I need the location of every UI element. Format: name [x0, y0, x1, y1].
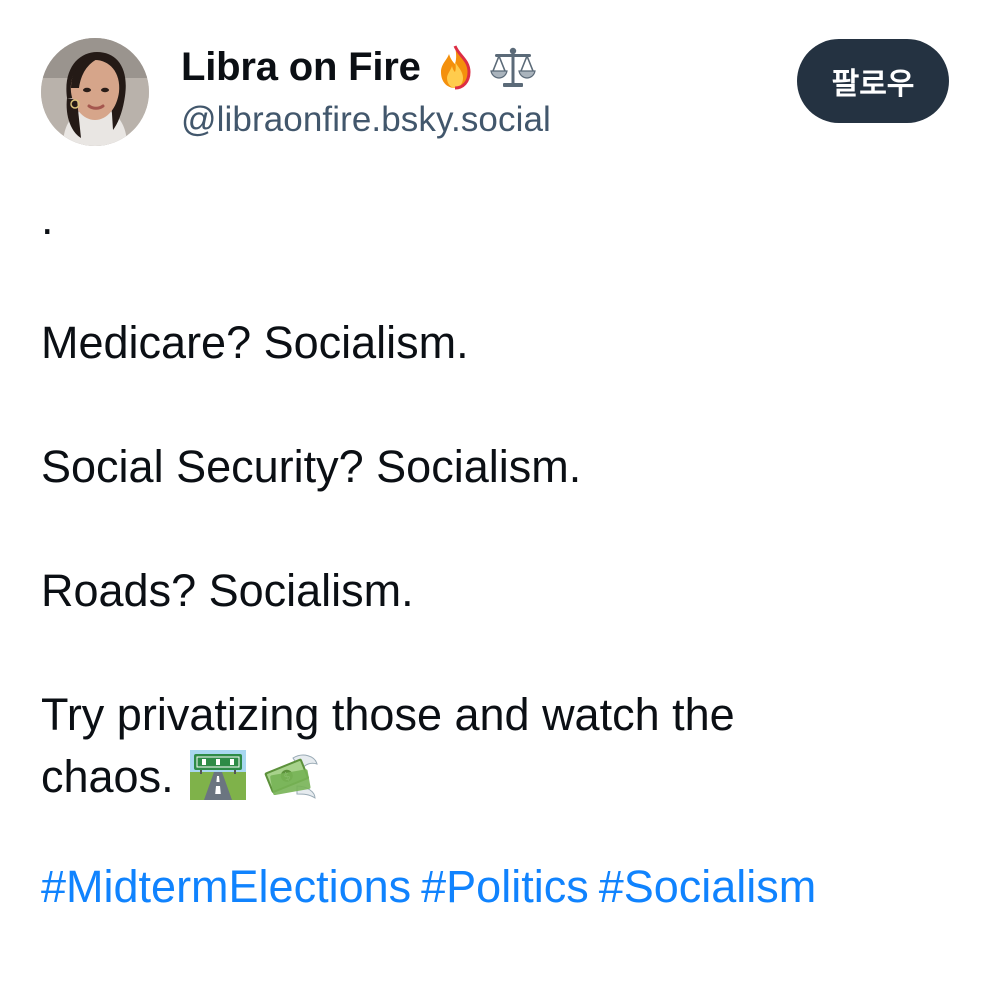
hashtag-socialism[interactable]: #Socialism: [599, 861, 817, 912]
hashtag-politics[interactable]: #Politics: [421, 861, 589, 912]
display-name-row: Libra on Fire: [181, 40, 551, 94]
author-handle[interactable]: @libraonfire.bsky.social: [181, 100, 551, 140]
post-line-medicare: Medicare? Socialism.: [41, 317, 469, 368]
post-line-privatizing: Try privatizing those and watch the: [41, 689, 735, 740]
avatar-image: [41, 38, 149, 146]
post-line-dot: .: [41, 193, 54, 244]
author-identity[interactable]: Libra on Fire @libraonfire.bsky.social: [181, 40, 551, 140]
follow-button[interactable]: 팔로우: [797, 39, 949, 123]
balance-scale-icon: [489, 45, 537, 89]
post-header: Libra on Fire @libraonfire.bsky.social 팔…: [41, 38, 951, 148]
post-text: . Medicare? Socialism. Social Security? …: [41, 188, 941, 808]
hashtag-midterm-elections[interactable]: #MidtermElections: [41, 861, 411, 912]
post-line-chaos-row: chaos.: [41, 746, 941, 808]
post-line-social-security: Social Security? Socialism.: [41, 441, 582, 492]
avatar[interactable]: [41, 38, 149, 146]
post-line-roads: Roads? Socialism.: [41, 565, 414, 616]
hashtag-row: #MidtermElections #Politics #Socialism: [41, 856, 826, 918]
motorway-icon: [190, 750, 247, 800]
fire-icon: [435, 44, 475, 90]
display-name[interactable]: Libra on Fire: [181, 45, 421, 90]
post-line-chaos: chaos.: [41, 751, 174, 802]
money-with-wings-icon: $: [263, 750, 319, 800]
post-card: Libra on Fire @libraonfire.bsky.social 팔…: [0, 0, 990, 1000]
